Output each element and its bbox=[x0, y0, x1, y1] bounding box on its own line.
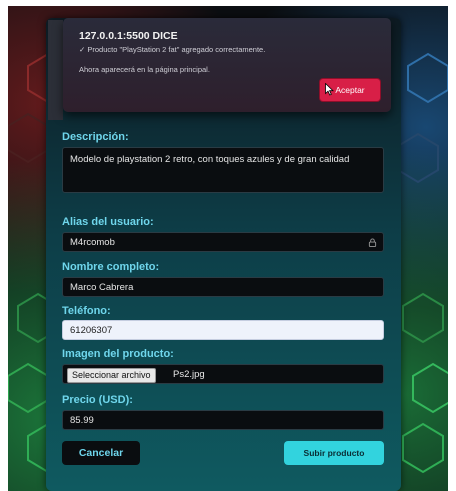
dialog-title: 127.0.0.1:5500 DICE bbox=[79, 30, 178, 42]
selected-file-name: Ps2.jpg bbox=[173, 369, 205, 380]
full-name-label: Nombre completo: bbox=[62, 261, 160, 273]
full-name-input[interactable]: Marco Cabrera bbox=[62, 277, 384, 297]
dialog-message: ✓ Producto "PlayStation 2 fat" agregado … bbox=[79, 45, 266, 54]
image-label: Imagen del producto: bbox=[62, 348, 174, 360]
choose-file-button[interactable]: Seleccionar archivo bbox=[67, 368, 156, 383]
description-label: Descripción: bbox=[62, 131, 129, 143]
card-shadow-edge bbox=[48, 20, 63, 120]
phone-label: Teléfono: bbox=[62, 305, 111, 317]
mouse-cursor-icon bbox=[325, 83, 334, 96]
alert-dialog: 127.0.0.1:5500 DICE ✓ Producto "PlayStat… bbox=[63, 18, 391, 112]
submit-product-button[interactable]: Subir producto bbox=[284, 441, 384, 465]
description-textarea[interactable]: Modelo de playstation 2 retro, con toque… bbox=[62, 147, 384, 193]
alias-value: M4rcomob bbox=[70, 237, 115, 248]
alias-input[interactable]: M4rcomob bbox=[62, 232, 384, 252]
price-input[interactable]: 85.99 bbox=[62, 410, 384, 430]
alias-label: Alias del usuario: bbox=[62, 216, 154, 228]
image-file-input: Seleccionar archivo Ps2.jpg bbox=[62, 364, 384, 384]
dialog-submessage: Ahora aparecerá en la página principal. bbox=[79, 65, 210, 74]
cancel-button[interactable]: Cancelar bbox=[62, 441, 140, 465]
lock-icon[interactable] bbox=[368, 238, 377, 247]
price-label: Precio (USD): bbox=[62, 394, 133, 406]
phone-input[interactable]: 61206307 bbox=[62, 320, 384, 340]
